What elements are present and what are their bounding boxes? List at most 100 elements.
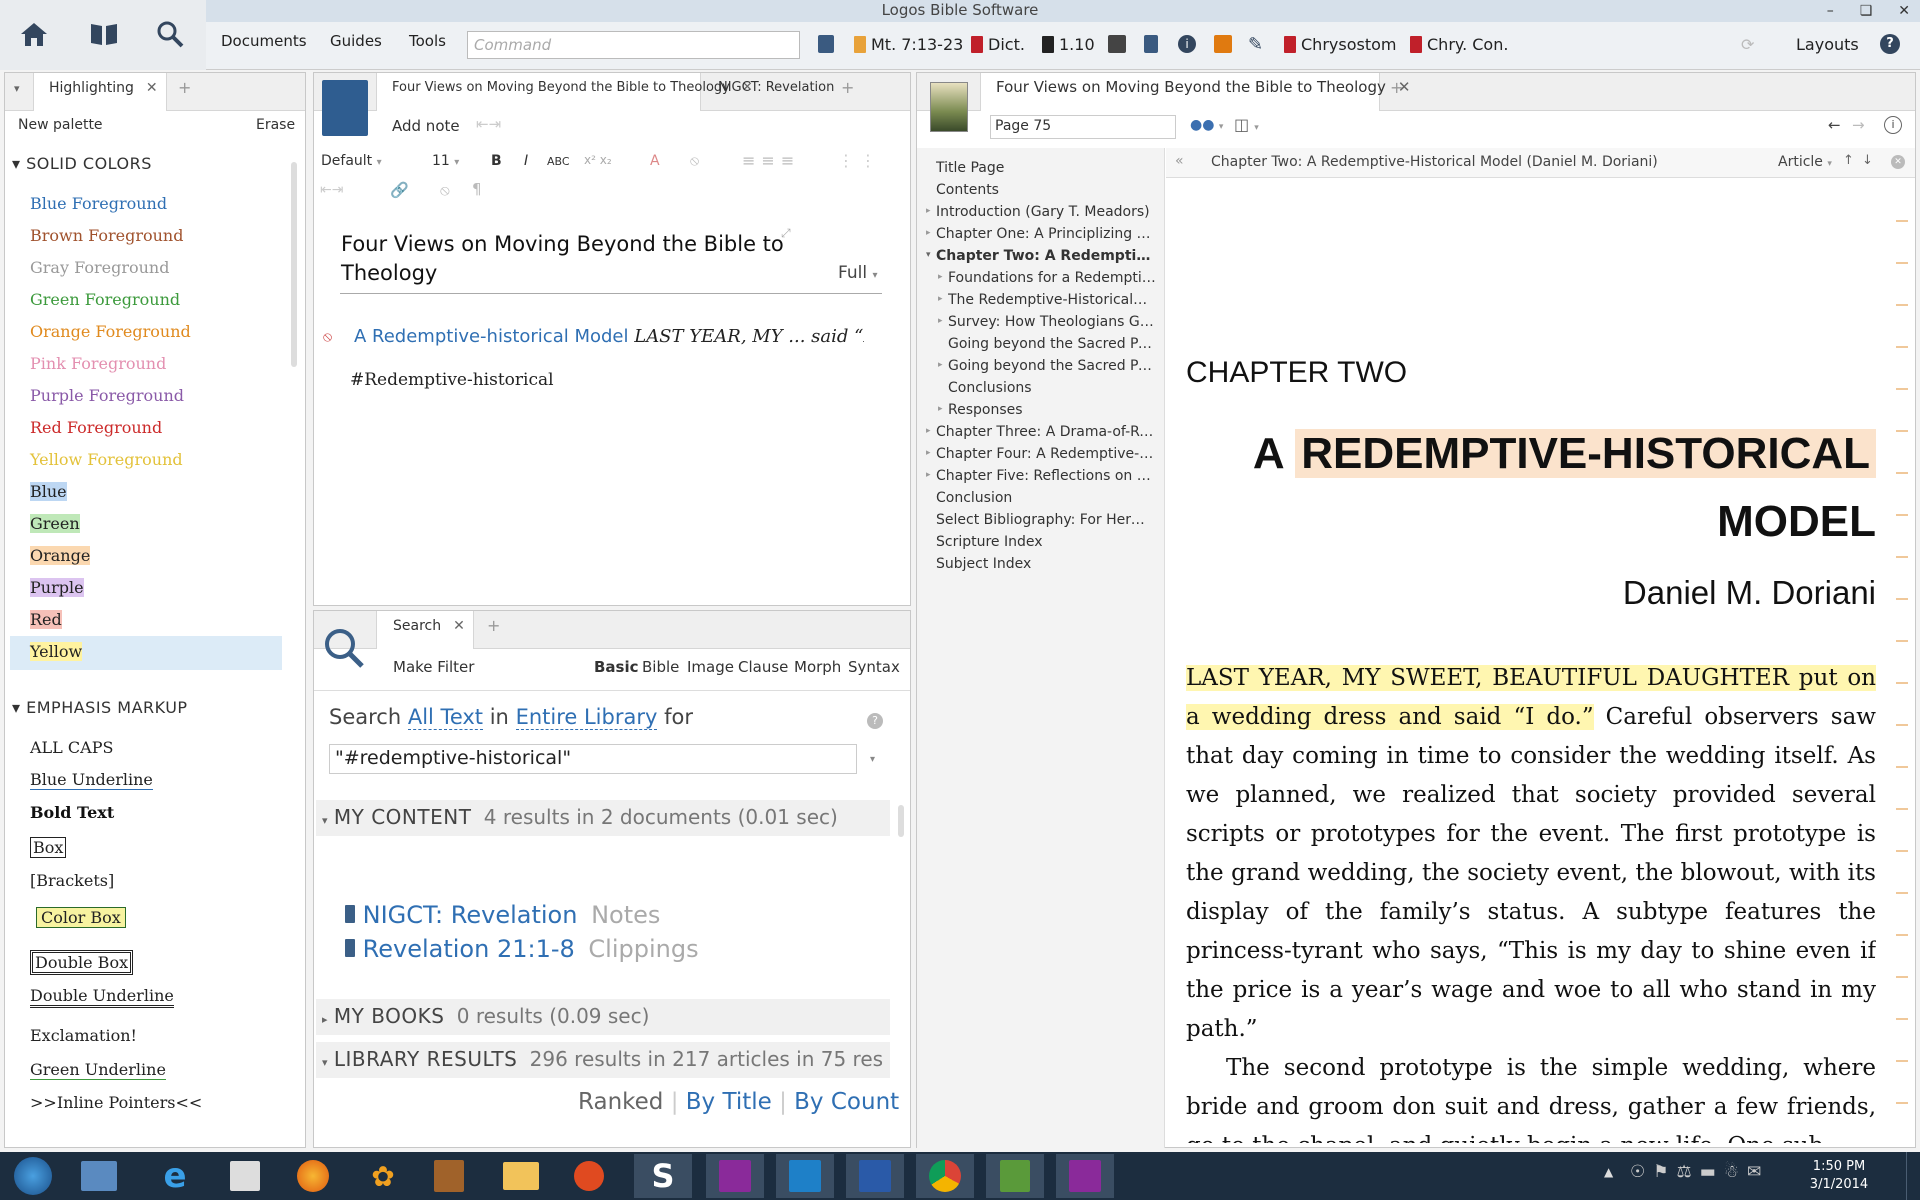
panel-menu-icon[interactable]: ◫ ▾ [1234, 115, 1259, 134]
layouts-button[interactable]: Layouts [1796, 32, 1859, 56]
collapse-toc-icon[interactable]: « [1175, 153, 1184, 169]
restore-icon[interactable]: ❏ [1860, 3, 1873, 19]
system-tray-icons[interactable]: ☉⚑⚖▬☃✉ [1630, 1162, 1769, 1182]
close-icon[interactable]: ✕ [146, 80, 158, 96]
info-icon[interactable]: i [1884, 116, 1902, 134]
italic-icon[interactable]: I [524, 153, 528, 169]
list-icons[interactable]: ⋮⋮ [838, 151, 882, 170]
pilcrow-icon[interactable]: ¶ [472, 180, 482, 198]
onenote-icon[interactable] [1056, 1154, 1114, 1198]
note-row[interactable]: A Redemptive-historical Model LAST YEAR,… [354, 326, 864, 347]
query-dropdown-icon[interactable]: ▾ [870, 754, 875, 765]
link-icon[interactable]: 🔗 [390, 181, 409, 199]
help-icon[interactable]: ? [867, 713, 883, 729]
style-double-underline[interactable]: Double Underline [30, 986, 174, 1008]
toc-item[interactable]: Select Bibliography: For Herm… [936, 512, 1158, 528]
tab-nigct-revelation[interactable]: NIGCT: Revelation [718, 80, 834, 95]
sort-by-title[interactable]: By Title [686, 1089, 772, 1115]
style-blue[interactable]: Blue [30, 482, 67, 501]
sync-icon[interactable]: ⟳ [1741, 32, 1754, 56]
outdent-icons[interactable]: ⇤⇥ [320, 182, 343, 198]
guides-menu[interactable]: Guides [330, 32, 382, 50]
highlight-color-icon[interactable]: ⦸ [690, 153, 699, 169]
help-icon[interactable]: ? [1880, 32, 1900, 56]
next-article-icon[interactable]: ↓ [1862, 153, 1873, 168]
toc-item[interactable]: Going beyond the Sacred Pa… [948, 336, 1158, 352]
add-note-button[interactable]: Add note [392, 117, 460, 135]
superscript-icon[interactable]: x² x₂ [584, 153, 612, 167]
style-red[interactable]: Red [30, 610, 62, 629]
chrysostom-button[interactable]: Chrysostom [1284, 32, 1396, 56]
tab-highlighting[interactable]: Highlighting ✕ [49, 80, 158, 96]
style-orange-foreground[interactable]: Orange Foreground [30, 322, 191, 341]
expand-icon[interactable]: ⤢ [781, 226, 791, 241]
style-all-caps[interactable]: ALL CAPS [30, 738, 113, 757]
word-icon[interactable] [846, 1154, 904, 1198]
kind-basic[interactable]: Basic [594, 658, 639, 676]
chrome-icon[interactable] [916, 1154, 974, 1198]
start-button[interactable] [4, 1154, 62, 1198]
sort-ranked[interactable]: Ranked [578, 1089, 663, 1115]
style-exclamation[interactable]: Exclamation! [30, 1026, 137, 1045]
note-anchor-icon[interactable]: ⦸ [323, 329, 332, 345]
chry-con-button[interactable]: Chry. Con. [1410, 32, 1508, 56]
minimize-icon[interactable]: – [1827, 3, 1834, 19]
panel-menu-icon[interactable]: ▾ [14, 82, 20, 95]
info-icon[interactable]: i [1178, 32, 1196, 56]
toc-item[interactable]: The Redemptive-Historical… [948, 292, 1158, 308]
sort-by-count[interactable]: By Count [794, 1089, 899, 1115]
taskbar-app[interactable]: S [634, 1154, 692, 1198]
kind-bible[interactable]: Bible [642, 658, 679, 676]
article-select[interactable]: Article ▾ [1778, 154, 1832, 170]
toc-item[interactable]: Scripture Index [936, 534, 1158, 550]
tools-menu[interactable]: Tools [409, 32, 446, 50]
taskbar-app[interactable] [216, 1154, 274, 1198]
pen-icon[interactable]: ✎ [1248, 32, 1263, 56]
prev-article-icon[interactable]: ↑ [1843, 153, 1854, 168]
scroll-marks[interactable] [1896, 180, 1908, 1140]
close-icon[interactable]: ✕ [1891, 155, 1905, 169]
clipboard-icon[interactable] [1144, 32, 1158, 56]
tab-four-views-notes[interactable]: Four Views on Moving Beyond the Bible to… [392, 80, 753, 95]
highlight-scrollbar[interactable] [291, 162, 297, 367]
style-brown-foreground[interactable]: Brown Foreground [30, 226, 183, 245]
toc-item[interactable]: Going beyond the Sacred Pa… [948, 358, 1158, 374]
toc-item[interactable]: Chapter Five: Reflections on M… [936, 468, 1158, 484]
solid-colors-header[interactable]: ▾ SOLID COLORS [12, 154, 152, 173]
show-desktop-button[interactable] [1906, 1152, 1920, 1200]
style-blue-foreground[interactable]: Blue Foreground [30, 194, 167, 213]
visual-filter-icon[interactable]: ●● ▾ [1190, 117, 1223, 133]
style-bold-text[interactable]: Bold Text [30, 803, 114, 822]
home-icon[interactable] [14, 14, 54, 54]
style-purple-foreground[interactable]: Purple Foreground [30, 386, 184, 405]
taskbar-app[interactable] [776, 1154, 834, 1198]
tray-expand-icon[interactable]: ▲ [1604, 1165, 1613, 1179]
style-yellow-foreground[interactable]: Yellow Foreground [30, 450, 183, 469]
size-select[interactable]: 11 ▾ [432, 153, 459, 169]
results-scrollbar[interactable] [898, 805, 904, 837]
close-icon[interactable]: ✕ [453, 618, 465, 634]
style-green-underline[interactable]: Green Underline [30, 1060, 166, 1080]
version-button[interactable]: 1.10 [1042, 32, 1095, 56]
result-item[interactable]: NIGCT: Revelation Notes [345, 901, 660, 929]
ie-icon[interactable]: e [146, 1154, 204, 1198]
kind-clause[interactable]: Clause [738, 658, 788, 676]
toc-item[interactable]: Chapter Three: A Drama-of-Re… [936, 424, 1158, 440]
passage-button[interactable]: Mt. 7:13-23 [854, 32, 963, 56]
dictionary-button[interactable]: Dict. [971, 32, 1025, 56]
folder-icon[interactable] [492, 1154, 550, 1198]
style-gray-foreground[interactable]: Gray Foreground [30, 258, 169, 277]
toc-item[interactable]: Title Page [936, 160, 1158, 176]
close-icon[interactable]: ✕ [1898, 3, 1910, 19]
style-yellow[interactable]: Yellow [30, 642, 83, 661]
taskbar-app[interactable] [420, 1154, 478, 1198]
toc-item[interactable]: Subject Index [936, 556, 1158, 572]
kind-syntax[interactable]: Syntax [848, 658, 900, 676]
taskbar-app[interactable] [560, 1154, 618, 1198]
library-icon[interactable] [84, 14, 124, 54]
toc-item[interactable]: Conclusions [948, 380, 1158, 396]
make-filter-button[interactable]: Make Filter [393, 658, 474, 676]
taskbar-app[interactable] [70, 1154, 128, 1198]
add-tab-icon[interactable]: + [487, 616, 500, 635]
result-item[interactable]: Revelation 21:1-8 Clippings [345, 935, 699, 963]
